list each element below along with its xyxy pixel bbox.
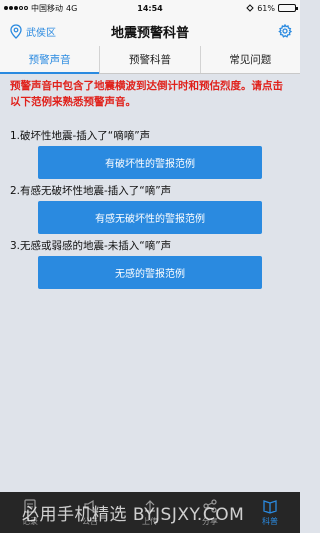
upload-icon [145, 500, 155, 512]
announcement-icon [84, 499, 94, 513]
destructive-example-button[interactable]: 有破坏性的警报范例 [38, 146, 262, 179]
record-icon [24, 499, 36, 513]
tab-faq[interactable]: 常见问题 [201, 46, 300, 73]
nav-bar: 武侯区 地震预警科普 [0, 16, 300, 46]
warning-notice: 预警声音中包含了地震横波到达倒计时和预估烈度。请点击以下范例来熟悉预警声音。 [10, 80, 283, 108]
tab-label: 常见问题 [229, 54, 272, 66]
status-right: 61% [246, 3, 298, 13]
example-heading: 1.破坏性地震-插入了“嘀嘀”声 [10, 130, 151, 142]
example-unfelt: 3.无感或弱感的地震-未插入“嘀”声 无感的警报范例 [10, 238, 290, 289]
science-book-icon [263, 500, 277, 514]
location-pin-icon [10, 23, 22, 39]
carrier-name: 中国移动 [31, 3, 63, 13]
alarm-icon [246, 4, 254, 12]
bottom-tab-bar: 记录 公告 上传 分享 科普 [0, 492, 300, 533]
signal-strength-icon [4, 6, 28, 10]
bottom-tab-label: 记录 [22, 517, 38, 526]
location-label: 武侯区 [26, 27, 56, 39]
status-left: 中国移动 4G [4, 3, 77, 14]
bottom-tab-label: 科普 [262, 517, 278, 526]
segment-tabs: 预警声音 预警科普 常见问题 [0, 46, 300, 74]
example-heading: 2.有感无破坏性地震-插入了“嘀”声 [10, 185, 172, 197]
bottom-tab-record[interactable]: 记录 [0, 492, 60, 533]
gear-icon [278, 24, 292, 38]
battery-percent: 61% [257, 3, 275, 13]
bottom-tab-science[interactable]: 科普 [240, 492, 300, 533]
tab-label: 预警科普 [128, 54, 171, 66]
bottom-tab-label: 公告 [82, 517, 98, 526]
location-selector[interactable]: 武侯区 [0, 23, 56, 39]
felt-example-button[interactable]: 有感无破坏性的警报范例 [38, 201, 262, 234]
tab-warning-science[interactable]: 预警科普 [100, 46, 201, 73]
settings-button[interactable] [278, 24, 300, 38]
bottom-tab-upload[interactable]: 上传 [120, 492, 180, 533]
share-icon [203, 499, 217, 513]
bottom-tab-share[interactable]: 分享 [180, 492, 240, 533]
bottom-tab-announcement[interactable]: 公告 [60, 492, 120, 533]
tab-warning-sound[interactable]: 预警声音 [0, 46, 101, 74]
main-content: 预警声音中包含了地震横波到达倒计时和预估烈度。请点击以下范例来熟悉预警声音。 1… [0, 75, 300, 289]
example-felt: 2.有感无破坏性地震-插入了“嘀”声 有感无破坏性的警报范例 [10, 183, 290, 234]
bottom-tab-label: 分享 [202, 517, 218, 526]
bottom-tab-label: 上传 [142, 517, 158, 526]
network-type: 4G [66, 3, 78, 13]
status-bar: 中国移动 4G 14:54 61% [0, 0, 300, 16]
unfelt-example-button[interactable]: 无感的警报范例 [38, 256, 262, 289]
tab-label: 预警声音 [28, 54, 71, 66]
example-destructive: 1.破坏性地震-插入了“嘀嘀”声 有破坏性的警报范例 [10, 128, 290, 179]
battery-icon [278, 4, 298, 12]
example-heading: 3.无感或弱感的地震-未插入“嘀”声 [10, 240, 172, 252]
